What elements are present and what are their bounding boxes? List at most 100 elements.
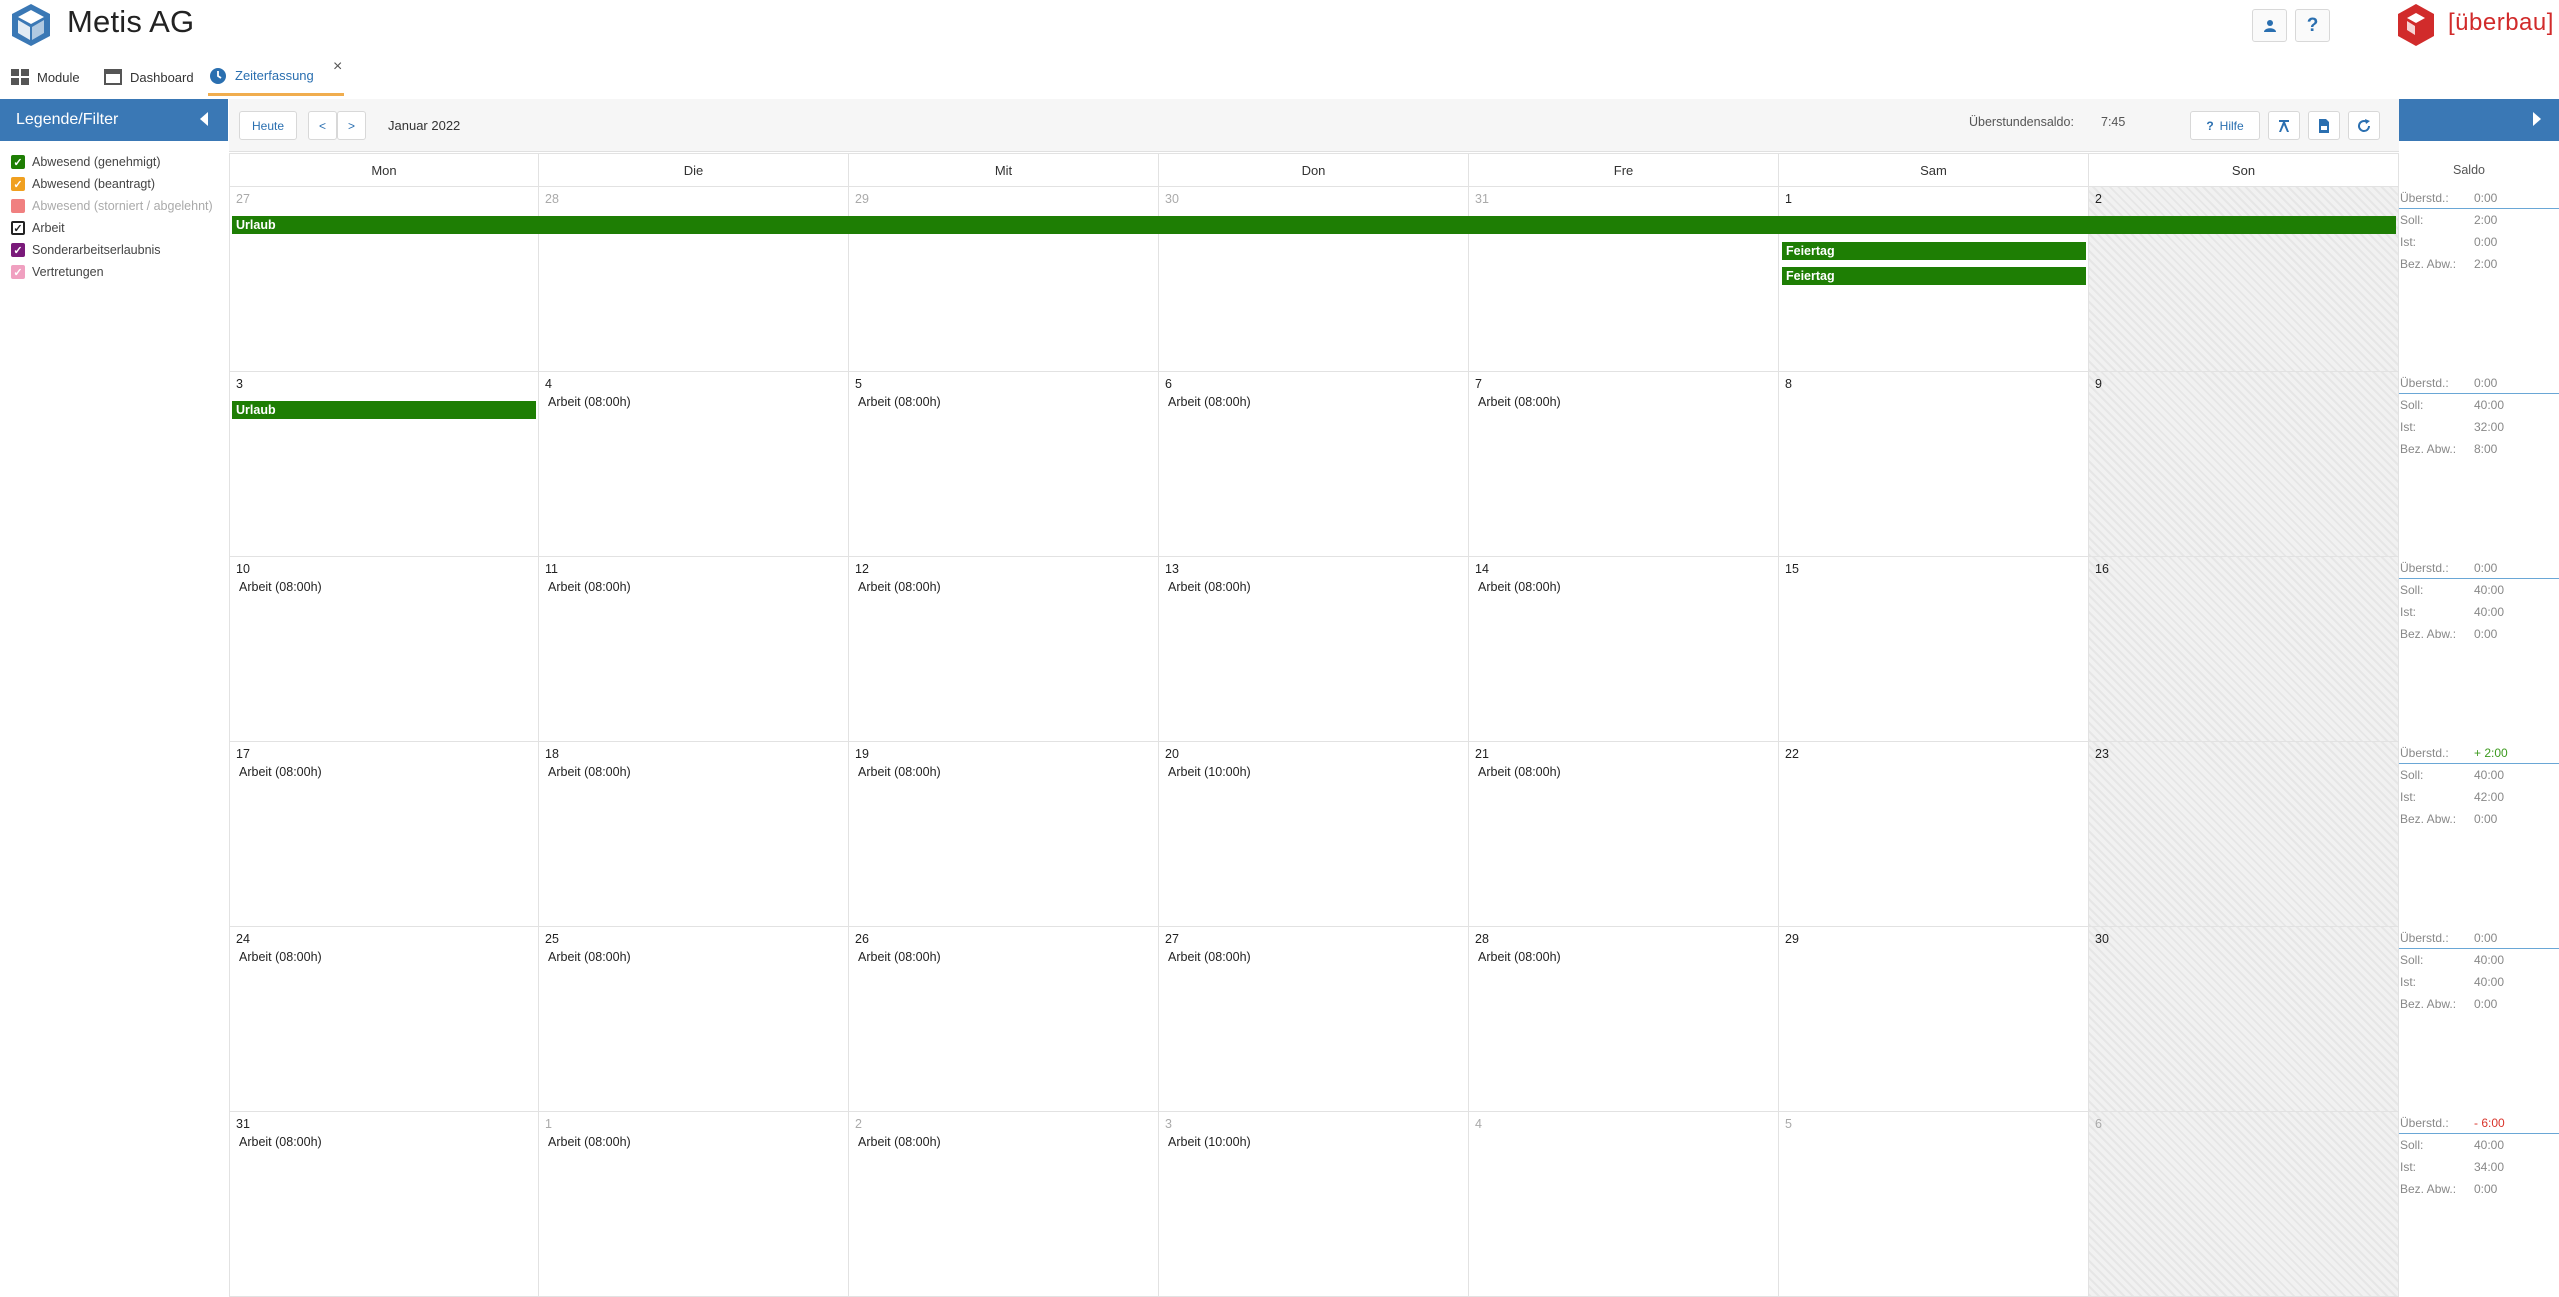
work-event[interactable]: Arbeit (08:00h) (1168, 950, 1251, 964)
tab-zeiterfassung[interactable]: Zeiterfassung (208, 58, 344, 96)
work-event[interactable]: Arbeit (08:00h) (1168, 580, 1251, 594)
day-cell[interactable]: 21 Arbeit (08:00h) (1469, 742, 1779, 927)
day-cell[interactable]: 2 (2089, 187, 2399, 372)
work-event[interactable]: Arbeit (08:00h) (548, 580, 631, 594)
day-cell[interactable]: 27 (229, 187, 539, 372)
next-month-button[interactable]: > (337, 111, 366, 140)
checkbox-icon[interactable]: ✓ (11, 177, 25, 191)
work-event[interactable]: Arbeit (08:00h) (239, 580, 322, 594)
collapse-left-icon[interactable] (200, 112, 208, 126)
day-cell[interactable]: 30 (2089, 927, 2399, 1112)
export-pdf-button[interactable] (2308, 111, 2340, 140)
tab-close-icon[interactable]: × (333, 58, 342, 76)
day-cell[interactable]: 29 (1779, 927, 2089, 1112)
day-cell[interactable]: 20 Arbeit (10:00h) (1159, 742, 1469, 927)
work-event[interactable]: Arbeit (08:00h) (858, 950, 941, 964)
tab-zeiterfassung-label: Zeiterfassung (235, 68, 314, 83)
work-event[interactable]: Arbeit (08:00h) (858, 395, 941, 409)
work-event[interactable]: Arbeit (08:00h) (548, 765, 631, 779)
holiday-event[interactable]: Feiertag (1782, 242, 2086, 260)
day-cell[interactable]: 22 (1779, 742, 2089, 927)
prev-month-button[interactable]: < (308, 111, 337, 140)
checkbox-icon[interactable]: ✓ (11, 243, 25, 257)
work-event[interactable]: Arbeit (08:00h) (858, 1135, 941, 1149)
today-button[interactable]: Heute (239, 111, 297, 140)
day-cell[interactable]: 6 Arbeit (08:00h) (1159, 372, 1469, 557)
day-cell[interactable]: 17 Arbeit (08:00h) (229, 742, 539, 927)
work-event[interactable]: Arbeit (10:00h) (1168, 765, 1251, 779)
export-excel-button[interactable] (2268, 111, 2300, 140)
work-event[interactable]: Arbeit (08:00h) (239, 1135, 322, 1149)
saldo-label: Überstd.: (2400, 931, 2449, 945)
day-cell[interactable]: 1 Arbeit (08:00h) (539, 1112, 849, 1297)
day-cell[interactable]: 5 Arbeit (08:00h) (849, 372, 1159, 557)
work-event[interactable]: Arbeit (08:00h) (858, 580, 941, 594)
day-cell[interactable]: 30 (1159, 187, 1469, 372)
day-cell[interactable]: 28 Arbeit (08:00h) (1469, 927, 1779, 1112)
help-button[interactable]: ? (2295, 9, 2330, 42)
work-event[interactable]: Arbeit (08:00h) (548, 1135, 631, 1149)
day-cell[interactable]: 15 (1779, 557, 2089, 742)
tab-dashboard[interactable]: Dashboard (103, 58, 194, 96)
day-number: 29 (855, 192, 869, 206)
legend-item[interactable]: ✓ Sonderarbeitserlaubnis (11, 239, 213, 261)
day-cell[interactable]: 25 Arbeit (08:00h) (539, 927, 849, 1112)
checkbox-icon[interactable] (11, 199, 25, 213)
holiday-event[interactable]: Feiertag (1782, 267, 2086, 285)
day-cell[interactable]: 10 Arbeit (08:00h) (229, 557, 539, 742)
legend-item[interactable]: ✓ Abwesend (genehmigt) (11, 151, 213, 173)
day-cell[interactable]: 31 Arbeit (08:00h) (229, 1112, 539, 1297)
help-guide-button[interactable]: ? Hilfe (2190, 111, 2260, 140)
day-cell[interactable]: 2 Arbeit (08:00h) (849, 1112, 1159, 1297)
checkbox-icon[interactable]: ✓ (11, 155, 25, 169)
day-cell[interactable]: 18 Arbeit (08:00h) (539, 742, 849, 927)
day-cell[interactable]: 19 Arbeit (08:00h) (849, 742, 1159, 927)
work-event[interactable]: Arbeit (08:00h) (1478, 950, 1561, 964)
vacation-event[interactable]: Urlaub (232, 401, 536, 419)
legend-item[interactable]: ✓ Arbeit (11, 217, 213, 239)
vacation-event[interactable]: Urlaub (232, 216, 2396, 234)
legend-item[interactable]: ✓ Vertretungen (11, 261, 213, 283)
day-cell[interactable]: 11 Arbeit (08:00h) (539, 557, 849, 742)
day-cell[interactable]: 31 (1469, 187, 1779, 372)
day-cell[interactable]: 5 (1779, 1112, 2089, 1297)
work-event[interactable]: Arbeit (10:00h) (1168, 1135, 1251, 1149)
day-cell[interactable]: 3 (229, 372, 539, 557)
day-cell[interactable]: 28 (539, 187, 849, 372)
day-cell[interactable]: 12 Arbeit (08:00h) (849, 557, 1159, 742)
work-event[interactable]: Arbeit (08:00h) (548, 950, 631, 964)
work-event[interactable]: Arbeit (08:00h) (548, 395, 631, 409)
legend-item[interactable]: ✓ Abwesend (beantragt) (11, 173, 213, 195)
day-cell[interactable]: 6 (2089, 1112, 2399, 1297)
checkbox-icon[interactable]: ✓ (11, 221, 25, 235)
day-cell[interactable]: 27 Arbeit (08:00h) (1159, 927, 1469, 1112)
work-event[interactable]: Arbeit (08:00h) (1478, 580, 1561, 594)
work-event[interactable]: Arbeit (08:00h) (1168, 395, 1251, 409)
legend-item[interactable]: Abwesend (storniert / abgelehnt) (11, 195, 213, 217)
day-cell[interactable]: 4 (1469, 1112, 1779, 1297)
day-cell[interactable]: 24 Arbeit (08:00h) (229, 927, 539, 1112)
day-cell[interactable]: 23 (2089, 742, 2399, 927)
day-cell[interactable]: 8 (1779, 372, 2089, 557)
day-cell[interactable]: 13 Arbeit (08:00h) (1159, 557, 1469, 742)
work-event[interactable]: Arbeit (08:00h) (858, 765, 941, 779)
checkbox-icon[interactable]: ✓ (11, 265, 25, 279)
tab-module[interactable]: Module (10, 58, 80, 96)
day-cell[interactable]: 7 Arbeit (08:00h) (1469, 372, 1779, 557)
work-event[interactable]: Arbeit (08:00h) (1478, 765, 1561, 779)
user-button[interactable] (2252, 9, 2287, 42)
day-cell[interactable]: 3 Arbeit (10:00h) (1159, 1112, 1469, 1297)
day-cell[interactable]: 16 (2089, 557, 2399, 742)
day-cell[interactable]: 26 Arbeit (08:00h) (849, 927, 1159, 1112)
saldo-row-paid-absence: Bez. Abw.: 2:00 (2399, 253, 2559, 275)
legend-label: Arbeit (32, 221, 65, 235)
expand-right-icon[interactable] (2533, 112, 2541, 126)
work-event[interactable]: Arbeit (08:00h) (239, 765, 322, 779)
day-cell[interactable]: 4 Arbeit (08:00h) (539, 372, 849, 557)
day-cell[interactable]: 29 (849, 187, 1159, 372)
day-cell[interactable]: 14 Arbeit (08:00h) (1469, 557, 1779, 742)
work-event[interactable]: Arbeit (08:00h) (239, 950, 322, 964)
day-cell[interactable]: 9 (2089, 372, 2399, 557)
refresh-button[interactable] (2348, 111, 2380, 140)
work-event[interactable]: Arbeit (08:00h) (1478, 395, 1561, 409)
